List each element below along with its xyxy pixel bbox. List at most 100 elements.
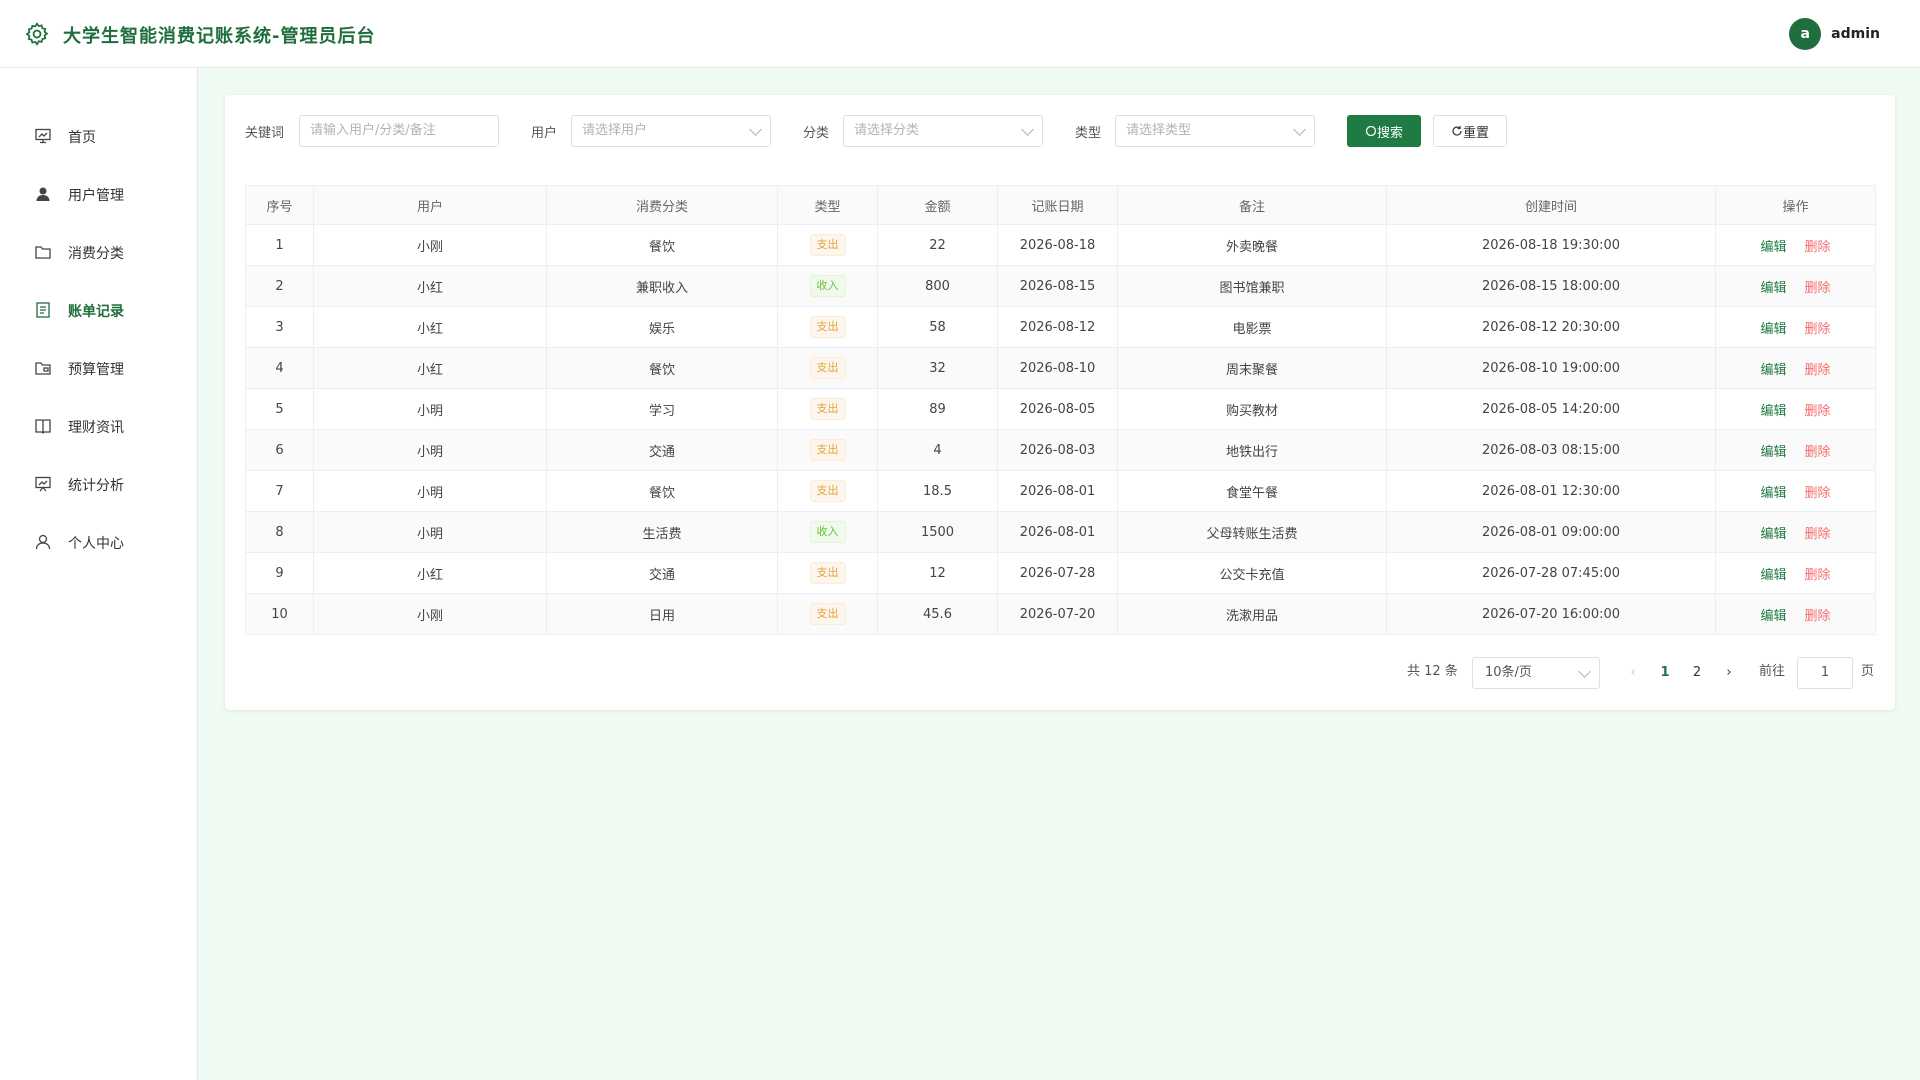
delete-button[interactable]: 删除 — [1805, 281, 1831, 296]
no-cell: 5 — [245, 388, 314, 430]
no-cell: 7 — [245, 470, 314, 512]
delete-button[interactable]: 删除 — [1805, 322, 1831, 337]
actions-cell: 编辑 删除 — [1715, 429, 1876, 471]
sidebar-item-label: 个人中心 — [68, 536, 124, 552]
table-row: 5 小明 学习 支出 89 2026-08-05 购买教材 2026-08-05 14:20:… — [245, 388, 1876, 430]
user-cell: 小明 — [313, 429, 547, 471]
chevron-down-icon — [1293, 123, 1306, 136]
expense-tag: 支出 — [809, 357, 846, 379]
user-menu[interactable]: a admin — [1789, 18, 1880, 50]
note-cell: 地铁出行 — [1117, 429, 1387, 471]
actions-cell: 编辑 删除 — [1715, 224, 1876, 266]
expense-tag: 支出 — [809, 603, 846, 625]
note-cell: 食堂午餐 — [1117, 470, 1387, 512]
table-header-row: 序号 用户 消费分类 类型 金额 记账日期 备注 创建时间 操作 — [245, 185, 1876, 225]
sidebar-item-finance-news[interactable]: 理财资讯 — [0, 404, 198, 448]
delete-button[interactable]: 删除 — [1805, 445, 1831, 460]
date-cell: 2026-07-20 — [997, 593, 1118, 635]
column-header: 序号 — [245, 185, 314, 225]
table-row: 2 小红 兼职收入 收入 800 2026-08-15 图书馆兼职 2026-08-15 18… — [245, 265, 1876, 307]
note-cell: 洗漱用品 — [1117, 593, 1387, 635]
page-size-select[interactable]: 10条/页 — [1472, 657, 1600, 689]
sidebar-item-label: 消费分类 — [68, 246, 124, 262]
delete-button[interactable]: 删除 — [1805, 568, 1831, 583]
date-cell: 2026-08-01 — [997, 511, 1118, 553]
edit-button[interactable]: 编辑 — [1760, 445, 1786, 460]
edit-button[interactable]: 编辑 — [1760, 486, 1786, 501]
goto-page-input[interactable]: 1 — [1797, 657, 1853, 689]
created-cell: 2026-08-05 14:20:00 — [1386, 388, 1716, 430]
table-row: 9 小红 交通 支出 12 2026-07-28 公交卡充值 2026-07-28 07:45… — [245, 552, 1876, 594]
delete-button[interactable]: 删除 — [1805, 240, 1831, 255]
table-row: 8 小明 生活费 收入 1500 2026-08-01 父母转账生活费 2026-08-01 … — [245, 511, 1876, 553]
edit-button[interactable]: 编辑 — [1760, 568, 1786, 583]
edit-button[interactable]: 编辑 — [1760, 240, 1786, 255]
type-cell: 支出 — [777, 224, 878, 266]
created-cell: 2026-07-20 16:00:00 — [1386, 593, 1716, 635]
sidebar-item-users[interactable]: 用户管理 — [0, 172, 198, 216]
type-cell: 支出 — [777, 429, 878, 471]
actions-cell: 编辑 删除 — [1715, 347, 1876, 389]
keyword-search-input[interactable]: 请输入用户/分类/备注 — [299, 115, 499, 147]
edit-button[interactable]: 编辑 — [1760, 609, 1786, 624]
delete-button[interactable]: 删除 — [1805, 404, 1831, 419]
edit-button[interactable]: 编辑 — [1760, 363, 1786, 378]
page-size-value: 10条/页 — [1485, 665, 1532, 680]
column-header: 类型 — [777, 185, 878, 225]
table-row: 4 小红 餐饮 支出 32 2026-08-10 周末聚餐 2026-08-10 19:00:… — [245, 347, 1876, 389]
no-cell: 8 — [245, 511, 314, 553]
note-cell: 图书馆兼职 — [1117, 265, 1387, 307]
type-filter-label: 类型 — [1075, 126, 1102, 141]
category-cell: 生活费 — [546, 511, 778, 553]
person-icon — [35, 534, 51, 550]
next-page-button[interactable]: › — [1717, 657, 1741, 689]
no-cell: 4 — [245, 347, 314, 389]
page-number-2[interactable]: 2 — [1685, 657, 1709, 689]
expense-tag: 支出 — [809, 316, 846, 338]
avatar[interactable]: a — [1789, 18, 1822, 50]
sidebar-item-label: 理财资讯 — [68, 420, 124, 436]
type-select[interactable]: 请选择类型 — [1115, 115, 1315, 147]
delete-button[interactable]: 删除 — [1805, 527, 1831, 542]
page-number-1[interactable]: 1 — [1653, 657, 1677, 689]
user-select[interactable]: 请选择用户 — [571, 115, 771, 147]
actions-cell: 编辑 删除 — [1715, 552, 1876, 594]
type-cell: 支出 — [777, 347, 878, 389]
sidebar-item-home[interactable]: 首页 — [0, 114, 198, 158]
sidebar-item-profile[interactable]: 个人中心 — [0, 520, 198, 564]
date-cell: 2026-08-10 — [997, 347, 1118, 389]
sidebar-item-budget[interactable]: 预算管理 — [0, 346, 198, 390]
category-select[interactable]: 请选择分类 — [843, 115, 1043, 147]
date-cell: 2026-08-15 — [997, 265, 1118, 307]
amount-cell: 4 — [877, 429, 998, 471]
edit-button[interactable]: 编辑 — [1760, 281, 1786, 296]
delete-button[interactable]: 删除 — [1805, 609, 1831, 624]
edit-button[interactable]: 编辑 — [1760, 404, 1786, 419]
type-select-placeholder: 请选择类型 — [1126, 123, 1192, 138]
prev-page-button[interactable]: ‹ — [1621, 657, 1645, 689]
search-button[interactable]: 搜索 — [1347, 115, 1421, 147]
edit-button[interactable]: 编辑 — [1760, 322, 1786, 337]
delete-button[interactable]: 删除 — [1805, 486, 1831, 501]
sidebar-item-categories[interactable]: 消费分类 — [0, 230, 198, 274]
sidebar-item-bills[interactable]: 账单记录 — [0, 288, 198, 332]
keyword-label: 关键词 — [245, 126, 285, 141]
category-cell: 学习 — [546, 388, 778, 430]
username[interactable]: admin — [1831, 26, 1880, 42]
sidebar-item-statistics[interactable]: 统计分析 — [0, 462, 198, 506]
table-row: 3 小红 娱乐 支出 58 2026-08-12 电影票 2026-08-12 20:30:0… — [245, 306, 1876, 348]
edit-button[interactable]: 编辑 — [1760, 527, 1786, 542]
delete-button[interactable]: 删除 — [1805, 363, 1831, 378]
type-cell: 支出 — [777, 306, 878, 348]
amount-cell: 58 — [877, 306, 998, 348]
type-cell: 收入 — [777, 511, 878, 553]
no-cell: 6 — [245, 429, 314, 471]
user-cell: 小红 — [313, 347, 547, 389]
reset-button[interactable]: 重置 — [1433, 115, 1507, 147]
sidebar: 首页 用户管理 消费分类 账单记录 预算管理 理财资讯 统计分析 个人中心 — [0, 68, 198, 1080]
type-cell: 支出 — [777, 470, 878, 512]
type-cell: 收入 — [777, 265, 878, 307]
category-cell: 日用 — [546, 593, 778, 635]
sidebar-item-label: 统计分析 — [68, 478, 124, 494]
table-row: 6 小明 交通 支出 4 2026-08-03 地铁出行 2026-08-03 08:15:0… — [245, 429, 1876, 471]
